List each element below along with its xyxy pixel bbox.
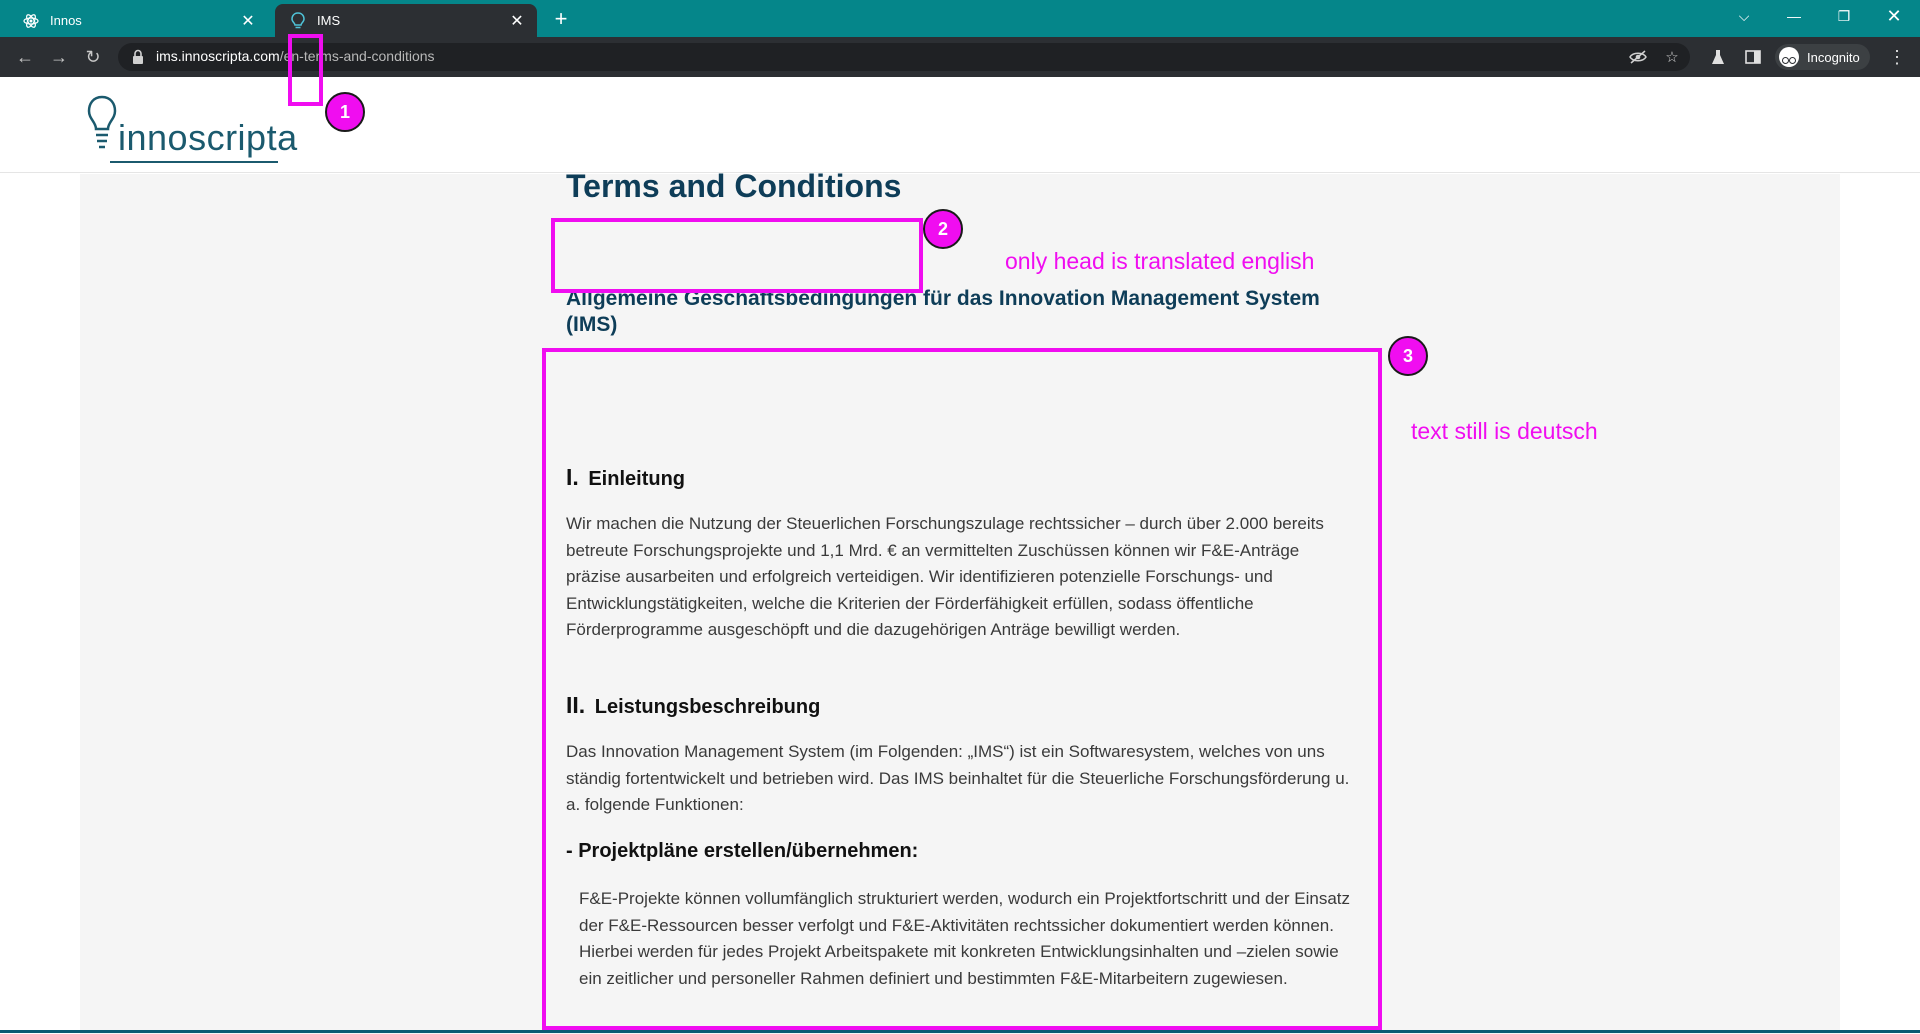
annotation-note-text: text still is deutsch xyxy=(1411,418,1598,444)
annotation-badge-3: 3 xyxy=(1388,336,1428,376)
address-bar[interactable]: ims.innoscripta.com/en-terms-and-conditi… xyxy=(118,43,1690,71)
eye-slash-icon[interactable] xyxy=(1626,45,1650,69)
document-title: Allgemeine Geschäftsbedingungen für das … xyxy=(566,287,1320,336)
page-title: Terms and Conditions xyxy=(566,168,902,204)
close-tab-icon[interactable]: ✕ xyxy=(505,9,529,33)
highlight-box-text xyxy=(542,348,1382,1030)
reload-icon[interactable]: ↻ xyxy=(80,44,106,70)
tab-search-chevron-icon[interactable]: ⌵ xyxy=(1720,0,1768,32)
side-panel-icon[interactable] xyxy=(1740,44,1766,70)
new-tab-button[interactable]: + xyxy=(548,6,574,32)
close-window-icon[interactable]: ✕ xyxy=(1870,0,1918,32)
annotation-badge-1: 1 xyxy=(325,92,365,132)
lightbulb-icon xyxy=(289,11,307,30)
restore-icon[interactable]: ❐ xyxy=(1820,0,1868,32)
annotation-note-head: only head is translated english xyxy=(1005,248,1315,274)
minimize-icon[interactable]: — xyxy=(1770,0,1818,32)
tab-title: Innos xyxy=(50,13,82,28)
forward-arrow-icon[interactable]: → xyxy=(46,44,72,70)
more-menu-icon[interactable]: ⋮ xyxy=(1884,44,1910,70)
url-host: ims.innoscripta.com xyxy=(156,48,280,64)
incognito-icon xyxy=(1779,47,1799,67)
logo-underline xyxy=(110,161,278,163)
innoscripta-logo[interactable]: innoscripta xyxy=(86,95,297,165)
annotation-badge-2: 2 xyxy=(923,209,963,249)
back-arrow-icon[interactable]: ← xyxy=(12,44,38,70)
bookmark-star-icon[interactable]: ☆ xyxy=(1660,45,1684,69)
flask-icon[interactable] xyxy=(1705,44,1731,70)
lightbulb-logo-icon xyxy=(87,95,117,149)
lock-icon xyxy=(132,49,144,65)
highlight-box-title xyxy=(551,218,923,293)
highlight-box-url xyxy=(288,34,323,106)
tab-title: IMS xyxy=(317,13,341,28)
incognito-indicator[interactable]: Incognito xyxy=(1775,44,1870,70)
incognito-label: Incognito xyxy=(1807,49,1860,65)
close-tab-icon[interactable]: ✕ xyxy=(236,9,260,33)
tab-ims[interactable]: IMS ✕ xyxy=(275,4,537,37)
tab-innos[interactable]: Innos ✕ xyxy=(8,4,268,37)
logo-wordmark: innoscripta xyxy=(118,117,298,158)
atom-icon xyxy=(22,12,40,30)
browser-tab-bar: Innos ✕ IMS ✕ + ⌵ — ❐ ✕ xyxy=(0,0,1920,37)
